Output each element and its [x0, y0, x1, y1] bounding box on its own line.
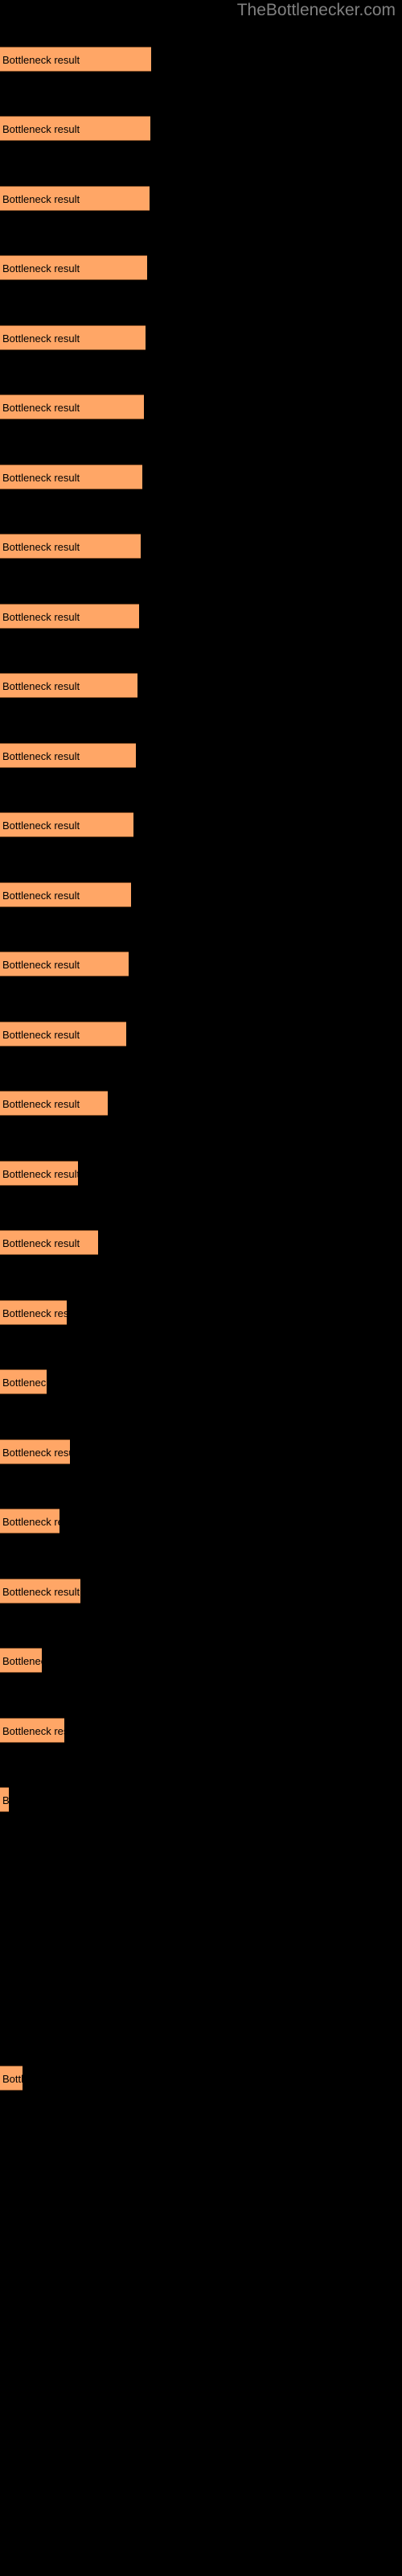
bar[interactable]: Bottleneck result: [0, 1718, 64, 1743]
bottleneck-bar-chart: Bottleneck result Bottleneck result Bottle…: [0, 0, 402, 2576]
bar[interactable]: Bottleneck result: [0, 394, 144, 419]
bar-label: Bottleneck result: [2, 1586, 80, 1598]
bar-label: Bottleneck result: [2, 472, 80, 484]
bar-label: Bottleneck result: [2, 1447, 70, 1459]
bar-label: Bottleneck result: [2, 541, 80, 553]
bar-label: Bottleneck result: [2, 1029, 80, 1041]
bar[interactable]: Bottleneck result: [0, 325, 146, 350]
bar-label: Bottleneck result: [2, 1516, 59, 1528]
bar[interactable]: Bottleneck result: [0, 812, 133, 837]
bar[interactable]: Bottleneck result: [0, 1091, 108, 1116]
bar[interactable]: Bottleneck result: [0, 1369, 47, 1394]
bar[interactable]: Bottleneck result: [0, 1230, 98, 1255]
bar[interactable]: Bottleneck result: [0, 1022, 126, 1046]
bar-label: Bottleneck result: [2, 1098, 80, 1110]
bar[interactable]: Bottleneck result: [0, 743, 136, 768]
bar-label: Bottleneck result: [2, 123, 80, 135]
bar[interactable]: Bottleneck result: [0, 534, 141, 559]
bar-label: Bottleneck result: [2, 680, 80, 692]
bar[interactable]: Bottleneck result: [0, 1300, 67, 1325]
bar[interactable]: Bottleneck result: [0, 186, 150, 211]
bar-label: Bottleneck result: [2, 611, 80, 623]
bar-label: Bottleneck result: [2, 1307, 67, 1319]
bar[interactable]: Bottleneck result: [0, 673, 137, 698]
bar[interactable]: Bottleneck result: [0, 604, 139, 629]
bar-label: Bottleneck result: [2, 890, 80, 902]
bar-label: Bottleneck result: [2, 2073, 23, 2085]
bar-label: Bottleneck result: [2, 1794, 9, 1806]
bar[interactable]: Bottleneck result: [0, 1439, 70, 1464]
bar[interactable]: Bottleneck result: [0, 882, 131, 907]
bar-label: Bottleneck result: [2, 193, 80, 205]
bar[interactable]: Bottleneck result: [0, 2066, 23, 2091]
bar-label: Bottleneck result: [2, 750, 80, 762]
bar-label: Bottleneck result: [2, 1655, 42, 1667]
bar[interactable]: Bottleneck result: [0, 952, 129, 976]
bar[interactable]: Bottleneck result: [0, 1579, 80, 1604]
bar[interactable]: Bottleneck result: [0, 1161, 78, 1186]
bar-label: Bottleneck result: [2, 332, 80, 345]
bar[interactable]: Bottleneck result: [0, 116, 150, 141]
bar[interactable]: Bottleneck result: [0, 255, 147, 280]
bar-label: Bottleneck result: [2, 1725, 64, 1737]
bar[interactable]: Bottleneck result: [0, 1648, 42, 1673]
bar-label: Bottleneck result: [2, 959, 80, 971]
bar-label: Bottleneck result: [2, 1377, 47, 1389]
bar[interactable]: Bottleneck result: [0, 1787, 9, 1812]
bar-label: Bottleneck result: [2, 1237, 80, 1249]
bar[interactable]: Bottleneck result: [0, 47, 151, 72]
bar[interactable]: Bottleneck result: [0, 1509, 59, 1534]
bar-label: Bottleneck result: [2, 1168, 78, 1180]
bar-label: Bottleneck result: [2, 819, 80, 832]
bar-label: Bottleneck result: [2, 402, 80, 414]
bar[interactable]: Bottleneck result: [0, 464, 142, 489]
bar-label: Bottleneck result: [2, 54, 80, 66]
bar-label: Bottleneck result: [2, 262, 80, 275]
